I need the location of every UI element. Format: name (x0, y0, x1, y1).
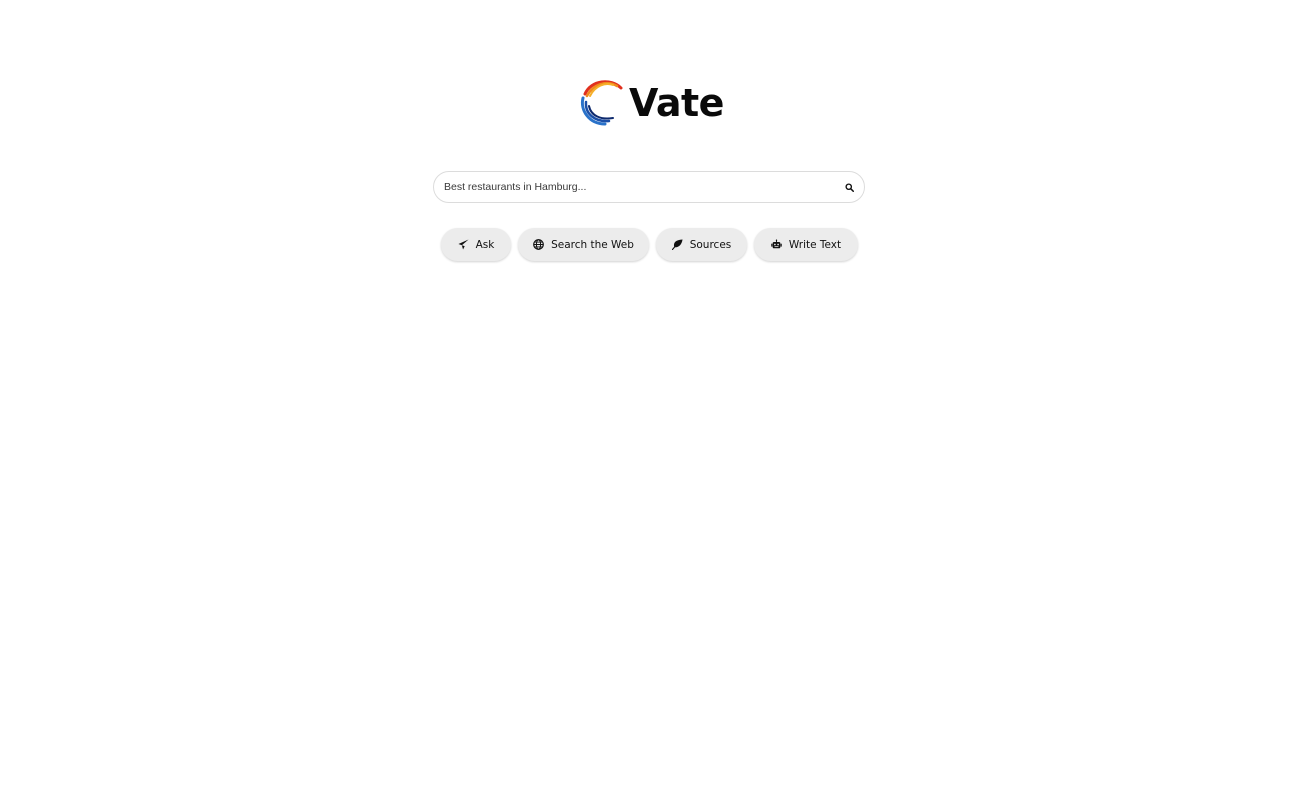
brand-name: Vate (629, 81, 724, 125)
write-text-label: Write Text (788, 238, 842, 251)
ask-label: Ask (475, 238, 495, 251)
search-input[interactable] (444, 172, 824, 202)
globe-icon (533, 239, 544, 250)
search-box (433, 171, 865, 203)
search-button[interactable] (842, 180, 856, 194)
robot-icon (771, 239, 782, 250)
ask-button[interactable]: Ask (441, 228, 511, 261)
sources-label: Sources (689, 238, 732, 251)
write-text-button[interactable]: Write Text (754, 228, 858, 261)
leaf-icon (671, 239, 683, 250)
search-web-button[interactable]: Search the Web (518, 228, 649, 261)
sources-button[interactable]: Sources (656, 228, 747, 261)
swirl-logo-icon (580, 80, 623, 126)
paper-plane-icon (458, 239, 469, 250)
action-buttons: Ask Search the Web Sources Write Text (441, 228, 858, 262)
brand-logo[interactable]: Vate (577, 76, 727, 130)
search-icon (844, 182, 854, 192)
page: Vate Ask (0, 0, 1300, 788)
search-web-label: Search the Web (551, 238, 634, 251)
